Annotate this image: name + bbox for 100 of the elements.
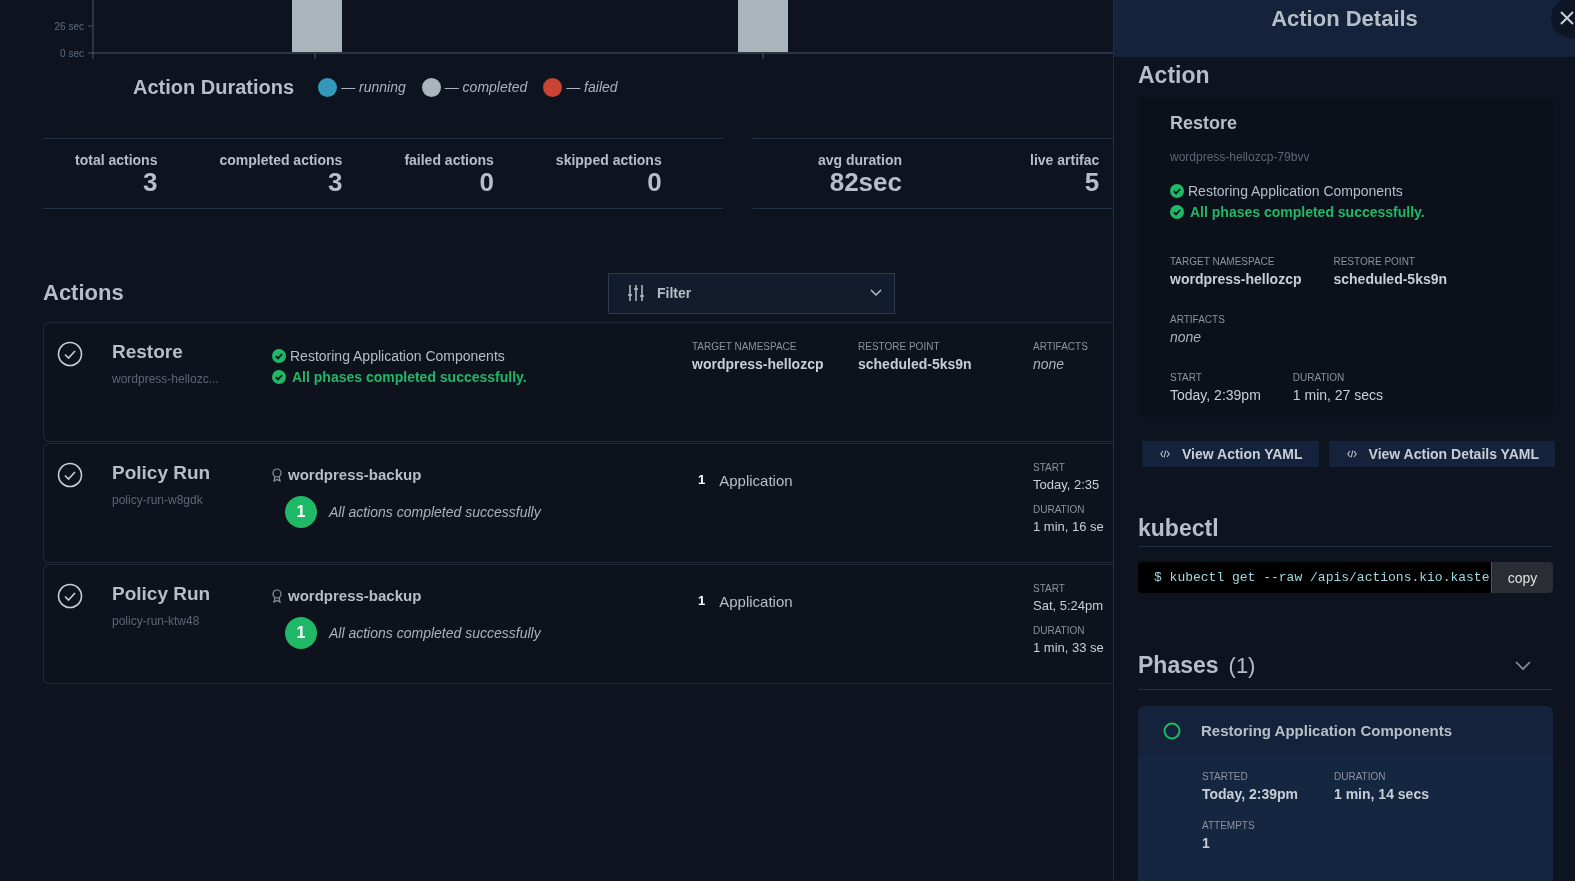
legend-label: — failed [566, 79, 618, 95]
phase-count: (1) [1228, 652, 1257, 679]
chart-bar [738, 0, 788, 52]
check-circle-icon [57, 583, 83, 609]
stat-value: 3 [327, 167, 343, 196]
section-title: Phases [1138, 652, 1219, 679]
field-label: START [1033, 583, 1066, 594]
policy-name[interactable]: wordpress-backup [288, 466, 422, 483]
award-icon [272, 588, 282, 603]
command-text: $ kubectl get --raw /apis/actions.kio.kaste [1153, 569, 1491, 587]
chart-bar [292, 0, 342, 52]
close-icon [1559, 10, 1575, 26]
action-id: policy-run-w8gdk [112, 493, 204, 507]
action-id: policy-run-ktw48 [112, 614, 201, 628]
check-circle-icon [272, 369, 286, 384]
chevron-down-icon[interactable] [1515, 660, 1531, 671]
field-value: none [1033, 356, 1066, 372]
field-label: DURATION [1033, 504, 1086, 515]
chart-title: Action Durations [133, 75, 295, 99]
field-value: 1 min, 27 secs [1292, 387, 1384, 403]
field-value: Today, 2:35 [1033, 477, 1101, 492]
legend-label: — completed [444, 79, 528, 95]
check-circle-icon [1170, 183, 1184, 198]
yaml-button[interactable]: View Action YAML [1142, 441, 1319, 467]
field-label: TARGET NAMESPACE [1170, 256, 1276, 267]
field-value: 1 min, 33 se [1033, 640, 1105, 655]
action-row[interactable]: Policy Run policy-run-ktw48 wordpress-backup 1 All actions completed successfully 1 Application START Sat, 5:24pm DURATION 1 min, 33 se [43, 564, 1113, 684]
stat-value: 3 [143, 167, 158, 196]
stat-value: 0 [479, 167, 494, 196]
status-text: All phases completed successfully. [1190, 203, 1425, 220]
action-row[interactable]: Restore wordpress-hellozc... Restoring Application Components All phases completed successfully. TARGET NAMESPACE wordpress-hellozcp RESTORE POINT scheduled-5ks9n ARTIFACTS none [43, 322, 1113, 442]
filter-dropdown[interactable]: Filter [608, 272, 895, 314]
field-value: 1 min, 16 se [1033, 519, 1105, 534]
status-text: All phases completed successfully. [292, 368, 527, 385]
field-value: wordpress-hellozcp [692, 356, 825, 372]
field-value: 1 min, 14 secs [1334, 786, 1430, 802]
field-label: TARGET NAMESPACE [692, 341, 798, 352]
field-label: ATTEMPTS [1202, 820, 1256, 831]
check-circle-icon [57, 462, 83, 488]
check-circle-icon [272, 348, 286, 363]
field-label: ARTIFACTS [1033, 341, 1089, 352]
status-text: Restoring Application Components [1188, 182, 1403, 199]
code-icon [1160, 450, 1170, 458]
field-value: none [1170, 329, 1203, 345]
field-label: START [1170, 372, 1203, 383]
stat-label: skipped actions [555, 151, 662, 168]
stat-label: total actions [75, 151, 158, 168]
copy-button[interactable]: copy [1491, 562, 1553, 593]
field-label: DURATION [1334, 771, 1387, 782]
stat-value: 5 [1084, 167, 1100, 196]
field-value: Today, 2:39pm [1170, 387, 1261, 403]
award-icon [272, 467, 282, 482]
section-title: Actions [43, 280, 125, 306]
axis-tick-label: 0 sec [60, 48, 84, 59]
action-title: Policy Run [112, 462, 212, 484]
phase-name: Restoring Application Components [1201, 722, 1453, 739]
circle-icon [1163, 721, 1181, 740]
result-text: All actions completed successfully [329, 625, 541, 641]
section-title: kubectl [1138, 515, 1553, 547]
field-label: STARTED [1202, 771, 1249, 782]
check-circle-icon [57, 341, 83, 367]
field-value: 1 [1202, 835, 1211, 851]
code-icon [1346, 450, 1357, 458]
status-text: Restoring Application Components [290, 347, 505, 364]
field-label: ARTIFACTS [1170, 314, 1225, 325]
result-text: All actions completed successfully [329, 504, 541, 520]
field-label: START [1033, 462, 1066, 473]
count-badge: 1 [285, 617, 317, 649]
field-label: RESTORE POINT [858, 341, 941, 352]
field-value: scheduled-5ks9n [858, 356, 973, 372]
action-title: Restore [112, 341, 184, 363]
count-badge: 1 [285, 496, 317, 528]
action-title: Policy Run [112, 583, 212, 605]
field-label: DURATION [1292, 372, 1346, 383]
legend-label: — running [341, 79, 406, 95]
stat-label: failed actions [404, 151, 494, 168]
stat-label: avg duration [818, 151, 902, 168]
sliders-icon [627, 284, 645, 302]
axis-tick-label: 26 sec [54, 21, 84, 32]
field-value: scheduled-5ks9n [1333, 271, 1448, 287]
check-circle-icon [1170, 204, 1184, 219]
field-value: wordpress-hellozcp [1170, 271, 1302, 287]
action-id: wordpress-hellozcp-79bvv [1170, 150, 1311, 164]
field-value: Today, 2:39pm [1202, 786, 1298, 802]
chevron-down-icon [870, 289, 882, 297]
app-label: Application [719, 472, 793, 489]
stat-label: completed actions [219, 151, 343, 168]
stat-label: live artifac [1030, 151, 1100, 168]
action-title: Restore [1170, 113, 1239, 134]
stat-value: 82sec [829, 167, 902, 196]
field-label: RESTORE POINT [1333, 256, 1416, 267]
field-label: DURATION [1033, 625, 1086, 636]
policy-name[interactable]: wordpress-backup [288, 587, 422, 604]
panel-title: Action Details [1271, 5, 1418, 32]
action-id: wordpress-hellozc... [112, 372, 220, 386]
yaml-button[interactable]: View Action Details YAML [1328, 441, 1555, 467]
section-title: Action [1138, 62, 1211, 89]
action-row[interactable]: Policy Run policy-run-w8gdk wordpress-backup 1 All actions completed successfully 1 Application START Today, 2:35 DURATION 1 min, 16 se [43, 443, 1113, 563]
stat-value: 0 [647, 167, 662, 196]
field-value: Sat, 5:24pm [1033, 598, 1105, 613]
